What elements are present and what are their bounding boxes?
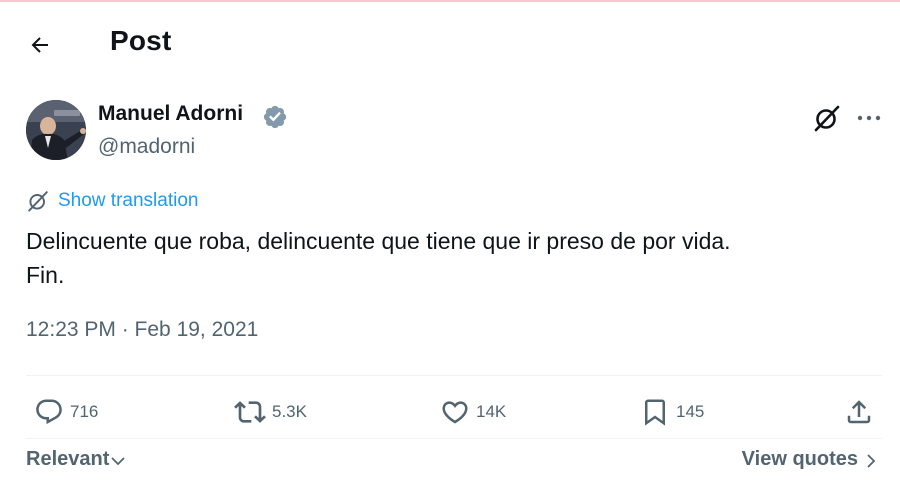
repost-icon bbox=[234, 401, 266, 423]
chevron-down-icon bbox=[111, 456, 126, 465]
avatar-image bbox=[26, 100, 86, 160]
header: Post bbox=[0, 0, 900, 88]
page-title: Post bbox=[110, 25, 172, 56]
view-quotes-link[interactable]: View quotes bbox=[742, 448, 878, 471]
sort-label: Relevant bbox=[26, 448, 110, 470]
view-quotes-label: View quotes bbox=[741, 448, 858, 470]
like-count: 14K bbox=[476, 402, 507, 421]
share-button[interactable] bbox=[844, 395, 874, 429]
show-translation-label: Show translation bbox=[58, 190, 199, 211]
post-timestamp[interactable]: 12:23 PM · Feb 19, 2021 bbox=[26, 318, 258, 342]
more-options-button[interactable] bbox=[854, 106, 884, 130]
bookmark-button[interactable]: 145 bbox=[640, 395, 704, 429]
reply-count: 716 bbox=[70, 402, 99, 421]
divider bbox=[26, 438, 882, 439]
share-icon bbox=[847, 400, 871, 424]
grok-icon bbox=[814, 105, 840, 132]
avatar[interactable] bbox=[26, 100, 86, 160]
repost-count: 5.3K bbox=[272, 402, 307, 421]
verified-badge-icon bbox=[263, 105, 287, 129]
arrow-left-icon bbox=[31, 37, 48, 53]
bookmark-icon bbox=[645, 399, 665, 426]
author-name[interactable]: Manuel Adorni bbox=[98, 102, 243, 126]
reply-icon bbox=[36, 399, 62, 425]
grok-icon bbox=[28, 191, 48, 212]
like-button[interactable]: 14K bbox=[440, 395, 506, 429]
back-button[interactable] bbox=[22, 27, 58, 63]
repost-button[interactable]: 5.3K bbox=[234, 395, 307, 429]
grok-button[interactable] bbox=[812, 103, 842, 133]
more-icon bbox=[857, 115, 881, 121]
heart-icon bbox=[442, 401, 468, 424]
post-text: Delincuente que roba, delincuente que ti… bbox=[26, 228, 731, 288]
chevron-right-icon bbox=[867, 454, 876, 468]
author-handle[interactable]: @madorni bbox=[98, 135, 195, 159]
sort-dropdown[interactable]: Relevant bbox=[26, 448, 126, 471]
divider bbox=[26, 375, 882, 376]
bookmark-count: 145 bbox=[676, 402, 705, 421]
show-translation-link[interactable]: Show translation bbox=[26, 188, 198, 214]
reply-button[interactable]: 716 bbox=[34, 395, 98, 429]
